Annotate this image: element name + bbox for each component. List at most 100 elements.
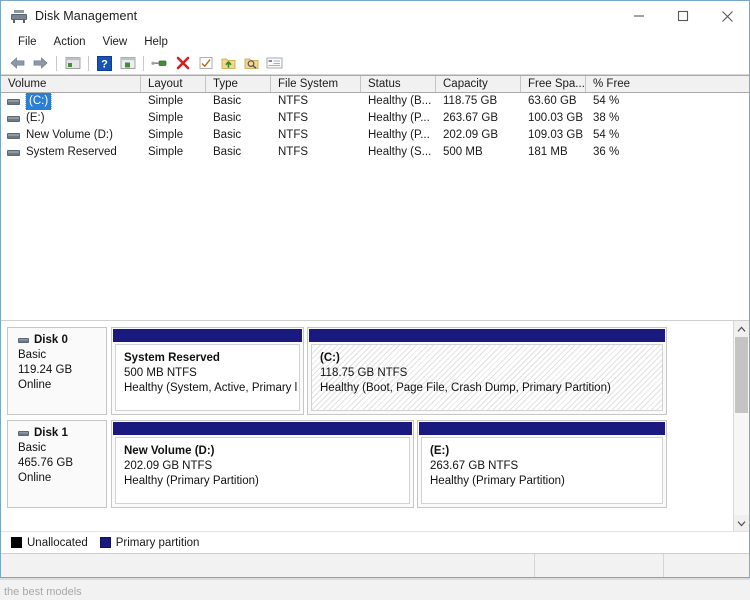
table-row[interactable]: (C:) Simple Basic NTFS Healthy (B... 118… xyxy=(1,93,749,110)
column-header-percent-free[interactable]: % Free xyxy=(586,76,690,92)
menu-item-view[interactable]: View xyxy=(95,34,137,50)
partition-name: (C:) xyxy=(320,352,340,364)
back-arrow-icon[interactable] xyxy=(7,53,28,73)
toolbar: ? xyxy=(1,52,749,75)
cell-file-system: NTFS xyxy=(278,112,309,124)
disk-type: Basic xyxy=(18,349,47,361)
legend-item-unallocated: Unallocated xyxy=(11,537,88,549)
cell-free-space: 181 MB xyxy=(528,146,568,158)
properties-window-icon[interactable] xyxy=(117,53,138,73)
partition-system-reserved[interactable]: System Reserved 500 MB NTFS Healthy (Sys… xyxy=(111,327,304,415)
column-header-free-space[interactable]: Free Spa... xyxy=(521,76,586,92)
partition-name: System Reserved xyxy=(124,352,220,364)
menu-item-action[interactable]: Action xyxy=(46,34,95,50)
cell-volume[interactable]: System Reserved xyxy=(1,144,141,161)
partition-status: Healthy (Boot, Page File, Crash Dump, Pr… xyxy=(320,382,611,394)
volume-label: (E:) xyxy=(26,112,45,124)
disk-row[interactable]: Disk 1 Basic 465.76 GB Online New Volume… xyxy=(7,420,733,508)
volume-label: New Volume (D:) xyxy=(26,129,113,141)
volume-drive-icon xyxy=(7,115,20,122)
disk-row[interactable]: Disk 0 Basic 119.24 GB Online System Res… xyxy=(7,327,733,415)
partition-status: Healthy (Primary Partition) xyxy=(124,475,259,487)
column-header-capacity[interactable]: Capacity xyxy=(436,76,521,92)
cell-layout: Simple xyxy=(148,112,184,124)
column-header-file-system[interactable]: File System xyxy=(271,76,361,92)
close-button[interactable] xyxy=(705,1,749,31)
disk-name: Disk 0 xyxy=(34,334,68,346)
column-header-type[interactable]: Type xyxy=(206,76,271,92)
disk-info-panel[interactable]: Disk 1 Basic 465.76 GB Online xyxy=(7,420,107,508)
cell-capacity: 500 MB xyxy=(443,146,483,158)
minimize-button[interactable] xyxy=(617,1,661,31)
show-console-tree-icon[interactable] xyxy=(62,53,83,73)
cell-volume[interactable]: (E:) xyxy=(1,110,141,127)
toolbar-separator xyxy=(56,55,57,71)
scrollbar-track[interactable] xyxy=(734,337,749,515)
cell-percent-free: 38 % xyxy=(593,112,620,124)
partition-e-drive[interactable]: (E:) 263.67 GB NTFS Healthy (Primary Par… xyxy=(417,420,667,508)
cell-volume[interactable]: (C:) xyxy=(1,93,141,110)
check-disk-icon[interactable] xyxy=(195,53,216,73)
help-icon[interactable]: ? xyxy=(94,53,115,73)
partition-strip: System Reserved 500 MB NTFS Healthy (Sys… xyxy=(111,327,733,415)
cell-percent-free: 36 % xyxy=(593,146,620,158)
cell-file-system: NTFS xyxy=(278,129,309,141)
scroll-up-arrow-icon[interactable] xyxy=(734,321,749,337)
column-header-volume[interactable]: Volume xyxy=(1,76,141,92)
partition-size-fs: 118.75 GB NTFS xyxy=(320,367,408,379)
cell-status: Healthy (B... xyxy=(368,95,432,107)
disk-info-panel[interactable]: Disk 0 Basic 119.24 GB Online xyxy=(7,327,107,415)
table-row[interactable]: (E:) Simple Basic NTFS Healthy (P... 263… xyxy=(1,110,749,127)
volume-label: System Reserved xyxy=(26,146,117,158)
disk-graphical-view: Disk 0 Basic 119.24 GB Online System Res… xyxy=(1,321,749,531)
column-header-layout[interactable]: Layout xyxy=(141,76,206,92)
cell-capacity: 118.75 GB xyxy=(443,95,498,107)
disk-management-window: Disk Management File Action View Help ? … xyxy=(0,0,750,578)
partition-details: (E:) 263.67 GB NTFS Healthy (Primary Par… xyxy=(421,437,663,504)
partition-size-fs: 202.09 GB NTFS xyxy=(124,460,213,472)
forward-arrow-icon[interactable] xyxy=(30,53,51,73)
table-row[interactable]: System Reserved Simple Basic NTFS Health… xyxy=(1,144,749,161)
toolbar-separator xyxy=(143,55,144,71)
disk-type: Basic xyxy=(18,442,47,454)
cell-file-system: NTFS xyxy=(278,95,309,107)
cell-capacity: 263.67 GB xyxy=(443,112,498,124)
connect-icon[interactable] xyxy=(149,53,170,73)
column-header-status[interactable]: Status xyxy=(361,76,436,92)
vertical-scrollbar[interactable] xyxy=(733,321,749,531)
table-row[interactable]: New Volume (D:) Simple Basic NTFS Health… xyxy=(1,127,749,144)
toolbar-separator xyxy=(88,55,89,71)
volume-label: (C:) xyxy=(24,93,53,110)
legend-bar: Unallocated Primary partition xyxy=(1,531,749,553)
partition-strip: New Volume (D:) 202.09 GB NTFS Healthy (… xyxy=(111,420,733,508)
disk-name: Disk 1 xyxy=(34,427,68,439)
cell-volume[interactable]: New Volume (D:) xyxy=(1,127,141,144)
partition-color-bar xyxy=(113,329,302,342)
partition-c-drive[interactable]: (C:) 118.75 GB NTFS Healthy (Boot, Page … xyxy=(307,327,667,415)
scrollbar-thumb[interactable] xyxy=(735,337,748,413)
primary-partition-swatch-icon xyxy=(99,537,111,548)
menu-item-file[interactable]: File xyxy=(10,34,46,50)
search-folder-icon[interactable] xyxy=(241,53,262,73)
volume-list-region: Volume Layout Type File System Status Ca… xyxy=(1,75,749,321)
menu-item-help[interactable]: Help xyxy=(136,34,177,50)
cell-type: Basic xyxy=(213,112,242,124)
disk-state: Online xyxy=(18,379,52,391)
partition-name: New Volume (D:) xyxy=(124,445,215,457)
background-strip xyxy=(0,578,750,580)
legend-label: Primary partition xyxy=(115,536,200,549)
cell-status: Healthy (S... xyxy=(368,146,432,158)
delete-icon[interactable] xyxy=(172,53,193,73)
cell-status: Healthy (P... xyxy=(368,112,430,124)
upload-folder-icon[interactable] xyxy=(218,53,239,73)
disk-state: Online xyxy=(18,472,52,484)
cell-percent-free: 54 % xyxy=(593,129,620,141)
partition-d-drive[interactable]: New Volume (D:) 202.09 GB NTFS Healthy (… xyxy=(111,420,414,508)
maximize-button[interactable] xyxy=(661,1,705,31)
details-view-icon[interactable] xyxy=(264,53,285,73)
partition-details: System Reserved 500 MB NTFS Healthy (Sys… xyxy=(115,344,300,411)
scroll-down-arrow-icon[interactable] xyxy=(734,515,749,531)
svg-text:?: ? xyxy=(101,58,108,70)
status-bar xyxy=(1,553,749,577)
cell-type: Basic xyxy=(213,146,242,158)
